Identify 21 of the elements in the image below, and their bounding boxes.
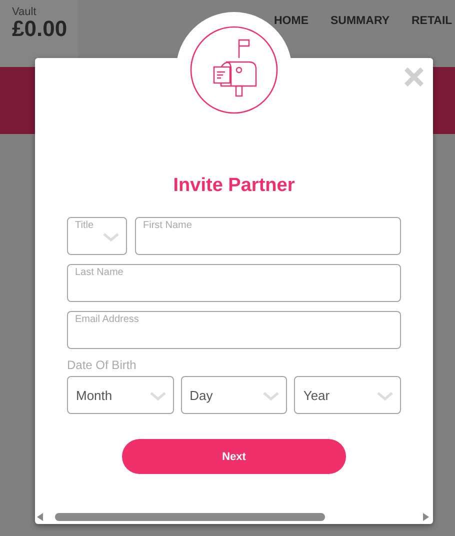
balance: £0.00 — [12, 18, 68, 40]
scroll-right-icon[interactable] — [423, 513, 429, 521]
input-field[interactable]: First Name — [135, 217, 401, 255]
dropdown[interactable]: Month — [67, 376, 174, 414]
dropdown[interactable]: Year — [294, 376, 402, 414]
next-button[interactable]: Next — [122, 439, 346, 474]
title-select[interactable]: Title — [67, 217, 127, 255]
mailbox-icon — [189, 25, 279, 115]
chevron-down-icon — [102, 232, 120, 242]
input-field[interactable]: Last Name — [67, 264, 401, 302]
close-icon — [403, 66, 425, 88]
chevron-down-icon — [148, 391, 167, 401]
scrollbar-thumb[interactable] — [55, 513, 325, 521]
field-label: Date Of Birth — [67, 358, 138, 372]
scroll-left-icon[interactable] — [37, 513, 43, 521]
input-field[interactable]: Email Address — [67, 311, 401, 349]
chevron-down-icon — [262, 391, 280, 401]
dialog-title: Invite Partner — [172, 175, 296, 197]
dropdown[interactable]: Day — [180, 376, 288, 414]
vault-label: Vault — [12, 6, 38, 18]
chevron-down-icon — [376, 391, 394, 401]
